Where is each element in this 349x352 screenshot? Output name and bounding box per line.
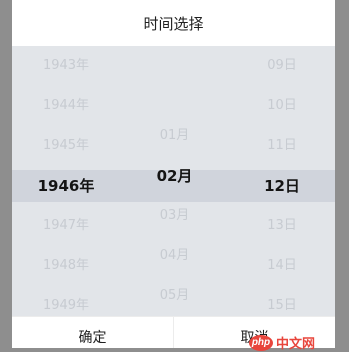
year-wheel[interactable]: 1943年 1944年 1945年 1946年 1947年 1948年 1949… <box>12 46 120 316</box>
date-picker-wheels: 1943年 1944年 1945年 1946年 1947年 1948年 1949… <box>12 46 335 316</box>
month-option[interactable]: 04月 <box>160 236 190 276</box>
day-option-selected[interactable]: 12日 <box>264 166 300 206</box>
watermark-text: 中文网 <box>276 337 316 352</box>
php-logo-icon: php <box>249 334 273 351</box>
year-option[interactable]: 1944年 <box>43 86 89 126</box>
year-option-selected[interactable]: 1946年 <box>38 166 95 206</box>
month-wheel[interactable]: 01月 02月 03月 04月 05月 <box>120 46 229 316</box>
dialog-header: 时间选择 <box>12 0 335 46</box>
year-option[interactable]: 1949年 <box>43 286 89 316</box>
day-wheel[interactable]: 09日 10日 11日 12日 13日 14日 15日 <box>229 46 335 316</box>
day-option[interactable]: 10日 <box>267 86 297 126</box>
month-option-selected[interactable]: 02月 <box>157 156 193 196</box>
site-watermark: php 中文网 <box>249 333 315 352</box>
day-option[interactable]: 14日 <box>267 246 297 286</box>
time-picker-dialog: 时间选择 1943年 1944年 1945年 1946年 1947年 1948年… <box>12 0 335 348</box>
month-option[interactable]: 03月 <box>160 196 190 236</box>
year-option[interactable]: 1948年 <box>43 246 89 286</box>
year-option[interactable]: 1945年 <box>43 126 89 166</box>
confirm-button[interactable]: 确定 <box>12 317 174 348</box>
day-option[interactable]: 11日 <box>267 126 297 166</box>
month-option[interactable]: 01月 <box>160 116 190 156</box>
day-option[interactable]: 15日 <box>267 286 297 316</box>
year-option[interactable]: 1947年 <box>43 206 89 246</box>
dialog-title: 时间选择 <box>143 14 204 33</box>
day-option[interactable]: 09日 <box>267 46 297 86</box>
year-option[interactable]: 1943年 <box>43 46 89 86</box>
month-option[interactable]: 05月 <box>160 276 190 316</box>
day-option[interactable]: 13日 <box>267 206 297 246</box>
